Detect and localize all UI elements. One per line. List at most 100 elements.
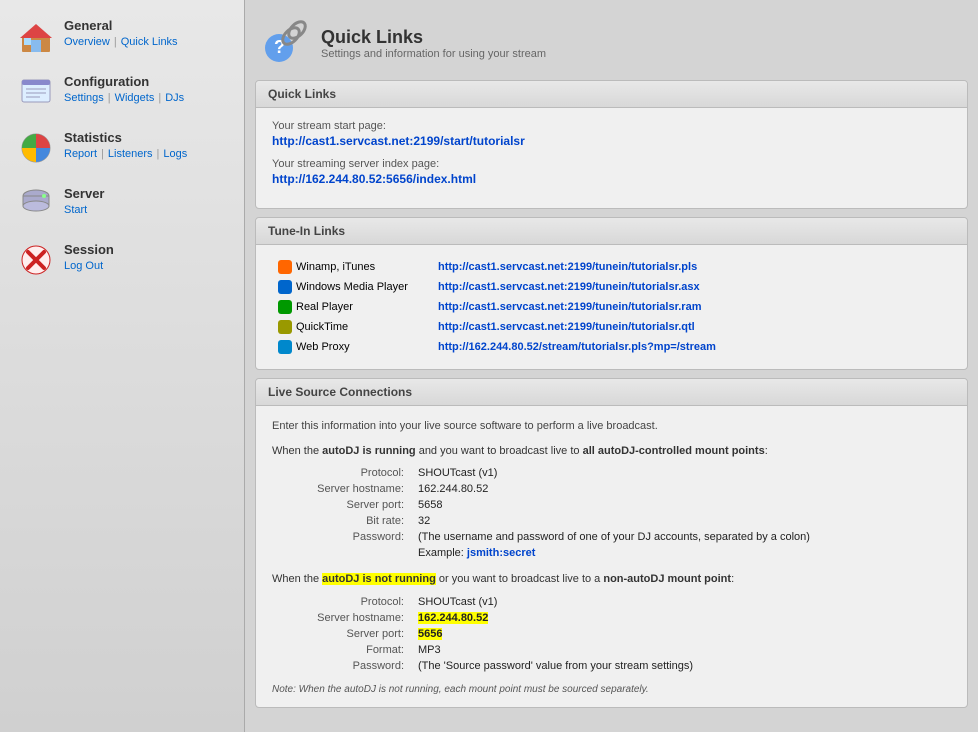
- tunein-url[interactable]: http://cast1.servcast.net:2199/tunein/tu…: [432, 257, 951, 277]
- tunein-player-name: Web Proxy: [296, 341, 350, 353]
- stream-start-url[interactable]: http://cast1.servcast.net:2199/start/tut…: [272, 134, 951, 148]
- tunein-card-header: Tune-In Links: [256, 218, 967, 245]
- page-subtitle: Settings and information for using your …: [321, 48, 546, 60]
- nr-port-value: 5656: [412, 626, 951, 642]
- table-row: Protocol: SHOUTcast (v1): [272, 465, 951, 481]
- table-row: Example: jsmith:secret: [272, 545, 951, 561]
- port-value: 5658: [412, 497, 951, 513]
- general-quicklinks-link[interactable]: Quick Links: [121, 36, 178, 48]
- nr-password-value: (The 'Source password' value from your s…: [412, 658, 951, 674]
- tunein-url[interactable]: http://cast1.servcast.net:2199/tunein/tu…: [432, 317, 951, 337]
- autodj-running-highlight: autoDJ is running: [322, 445, 416, 457]
- tunein-url[interactable]: http://162.244.80.52/stream/tutorialsr.p…: [432, 337, 951, 357]
- tunein-player-icon: [278, 340, 292, 354]
- tunein-player-name: Windows Media Player: [296, 281, 408, 293]
- autodj-not-running-table: Protocol: SHOUTcast (v1) Server hostname…: [272, 594, 951, 674]
- sidebar-item-session[interactable]: Session Log Out: [8, 234, 236, 286]
- config-widgets-link[interactable]: Widgets: [115, 92, 155, 104]
- sidebar-item-statistics[interactable]: Statistics Report | Listeners | Logs: [8, 122, 236, 174]
- tunein-url[interactable]: http://cast1.servcast.net:2199/tunein/tu…: [432, 297, 951, 317]
- tunein-row: Web Proxy http://162.244.80.52/stream/tut…: [272, 337, 951, 357]
- tunein-row: Real Player http://cast1.servcast.net:219…: [272, 297, 951, 317]
- example-value: Example: jsmith:secret: [412, 545, 951, 561]
- configuration-icon: [18, 74, 54, 110]
- statistics-nav-content: Statistics Report | Listeners | Logs: [64, 130, 187, 160]
- page-title: Quick Links: [321, 27, 546, 48]
- nr-password-label: Password:: [272, 658, 412, 674]
- statistics-title: Statistics: [64, 130, 187, 145]
- nr-hostname-value: 162.244.80.52: [412, 610, 951, 626]
- table-row: Protocol: SHOUTcast (v1): [272, 594, 951, 610]
- quick-links-card: Quick Links Your stream start page: http…: [255, 80, 968, 209]
- general-nav-content: General Overview | Quick Links: [64, 18, 178, 48]
- table-row: Server hostname: 162.244.80.52: [272, 481, 951, 497]
- page-header: ? Quick Links Settings and information f…: [255, 10, 968, 80]
- nr-format-label: Format:: [272, 642, 412, 658]
- nr-protocol-value: SHOUTcast (v1): [412, 594, 951, 610]
- protocol-value: SHOUTcast (v1): [412, 465, 951, 481]
- server-nav-content: Server Start: [64, 186, 104, 216]
- sidebar: General Overview | Quick Links Configura…: [0, 0, 245, 732]
- sidebar-item-general[interactable]: General Overview | Quick Links: [8, 10, 236, 62]
- server-start-link[interactable]: Start: [64, 204, 87, 216]
- stats-report-link[interactable]: Report: [64, 148, 97, 160]
- live-source-card: Live Source Connections Enter this infor…: [255, 378, 968, 708]
- main-content: ? Quick Links Settings and information f…: [245, 0, 978, 732]
- stats-listeners-link[interactable]: Listeners: [108, 148, 153, 160]
- tunein-player-icon: [278, 280, 292, 294]
- server-index-label: Your streaming server index page:: [272, 158, 951, 170]
- nr-port-label: Server port:: [272, 626, 412, 642]
- configuration-links: Settings | Widgets | DJs: [64, 92, 184, 104]
- tunein-player-icon: [278, 300, 292, 314]
- quick-links-card-header: Quick Links: [256, 81, 967, 108]
- tunein-row: QuickTime http://cast1.servcast.net:2199/…: [272, 317, 951, 337]
- server-links: Start: [64, 204, 104, 216]
- general-overview-link[interactable]: Overview: [64, 36, 110, 48]
- config-settings-link[interactable]: Settings: [64, 92, 104, 104]
- tunein-player-name: QuickTime: [296, 321, 348, 333]
- sidebar-item-configuration[interactable]: Configuration Settings | Widgets | DJs: [8, 66, 236, 118]
- live-source-body: Enter this information into your live so…: [256, 406, 967, 707]
- hostname-value: 162.244.80.52: [412, 481, 951, 497]
- port-label: Server port:: [272, 497, 412, 513]
- server-index-url[interactable]: http://162.244.80.52:5656/index.html: [272, 172, 951, 186]
- nr-hostname-label: Server hostname:: [272, 610, 412, 626]
- session-nav-content: Session Log Out: [64, 242, 114, 272]
- tunein-player-icon: [278, 260, 292, 274]
- autodj-running-table: Protocol: SHOUTcast (v1) Server hostname…: [272, 465, 951, 561]
- statistics-links: Report | Listeners | Logs: [64, 148, 187, 160]
- live-source-note: Note: When the autoDJ is not running, ea…: [272, 684, 951, 695]
- table-row: Password: (The username and password of …: [272, 529, 951, 545]
- tunein-card-body: Winamp, iTuneshttp://cast1.servcast.net:…: [256, 245, 967, 369]
- table-row: Server hostname: 162.244.80.52: [272, 610, 951, 626]
- live-desc1: Enter this information into your live so…: [272, 418, 951, 435]
- session-icon: [18, 242, 54, 278]
- quicklinks-header-icon: ?: [259, 18, 309, 68]
- nr-format-value: MP3: [412, 642, 951, 658]
- table-row: Password: (The 'Source password' value f…: [272, 658, 951, 674]
- live-autodj-running-title: When the autoDJ is running and you want …: [272, 443, 951, 460]
- session-title: Session: [64, 242, 114, 257]
- bitrate-label: Bit rate:: [272, 513, 412, 529]
- general-title: General: [64, 18, 178, 33]
- bitrate-value: 32: [412, 513, 951, 529]
- session-logout-link[interactable]: Log Out: [64, 260, 103, 272]
- server-title: Server: [64, 186, 104, 201]
- password-label: Password:: [272, 529, 412, 545]
- general-links: Overview | Quick Links: [64, 36, 178, 48]
- tunein-row: Windows Media Player http://cast1.servcas…: [272, 277, 951, 297]
- protocol-label: Protocol:: [272, 465, 412, 481]
- autodj-not-running-highlight: autoDJ is not running: [322, 573, 436, 585]
- config-djs-link[interactable]: DJs: [165, 92, 184, 104]
- password-value: (The username and password of one of you…: [412, 529, 951, 545]
- tunein-player-name: Real Player: [296, 301, 353, 313]
- tunein-url[interactable]: http://cast1.servcast.net:2199/tunein/tu…: [432, 277, 951, 297]
- tunein-row: Winamp, iTuneshttp://cast1.servcast.net:…: [272, 257, 951, 277]
- table-row: Format: MP3: [272, 642, 951, 658]
- server-icon: [18, 186, 54, 222]
- table-row: Server port: 5658: [272, 497, 951, 513]
- house-icon: [18, 18, 54, 54]
- session-links: Log Out: [64, 260, 114, 272]
- sidebar-item-server[interactable]: Server Start: [8, 178, 236, 230]
- stats-logs-link[interactable]: Logs: [163, 148, 187, 160]
